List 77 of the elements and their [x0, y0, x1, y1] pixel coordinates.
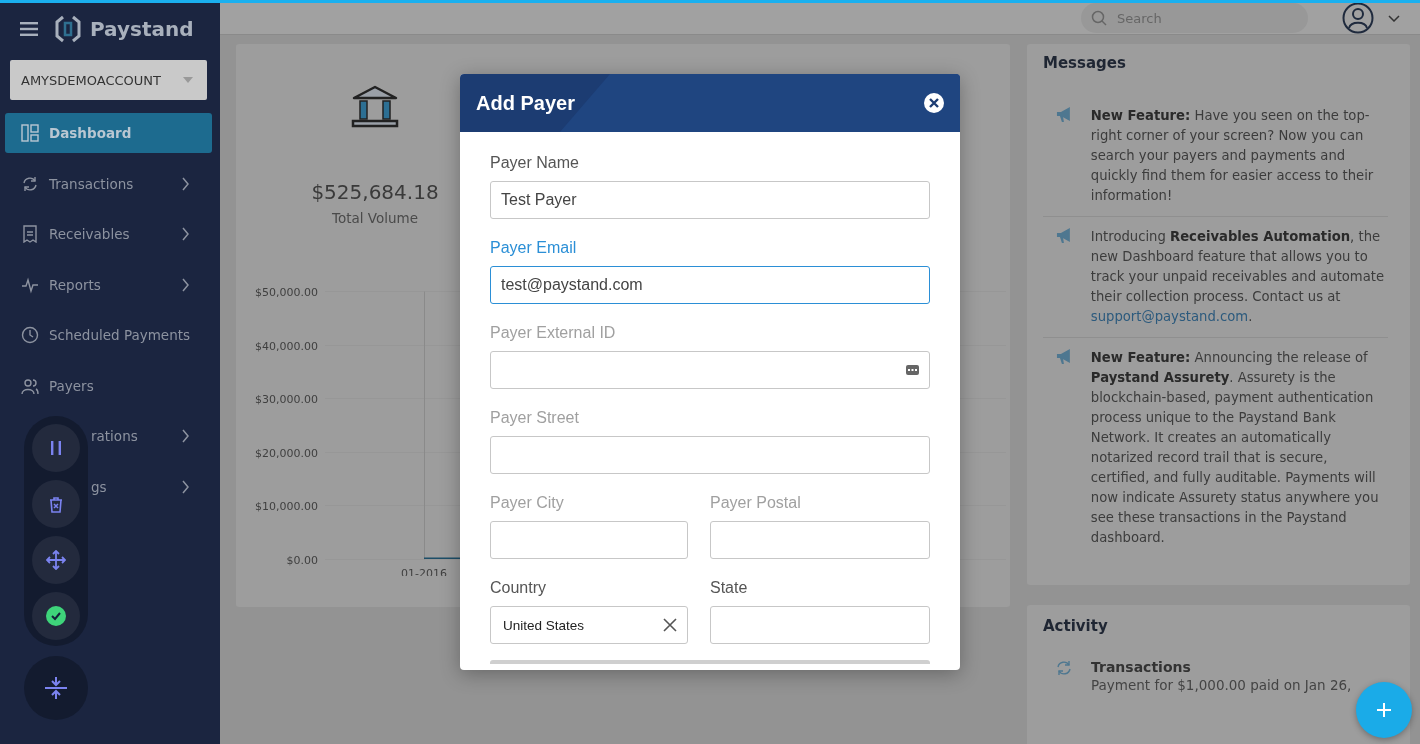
chevron-right-icon	[182, 479, 190, 494]
input-field[interactable]: Test Payer	[490, 181, 930, 219]
avatar-icon[interactable]	[1342, 2, 1374, 34]
chevron-right-icon	[182, 176, 190, 191]
input-field[interactable]: test@paystand.com	[490, 266, 930, 304]
clock-icon	[21, 326, 39, 344]
chevron-right-icon	[182, 227, 190, 241]
sidebar-item[interactable]: gs	[5, 466, 212, 507]
menu-icon[interactable]	[20, 21, 38, 36]
sidebar-item[interactable]: Receivables	[5, 214, 212, 254]
clear-icon[interactable]	[663, 618, 677, 632]
axis-label: $10,000.00	[255, 499, 318, 513]
pause-icon	[49, 440, 63, 456]
grid-icon	[21, 124, 39, 142]
logo-icon	[54, 13, 82, 44]
users-icon	[21, 376, 39, 395]
email-link[interactable]: support@paystand.com	[1090, 309, 1249, 324]
receipt-icon	[21, 225, 39, 243]
chevron-right-icon	[182, 429, 190, 443]
field-label: State	[710, 579, 749, 597]
select-field[interactable]	[710, 606, 930, 644]
select-field[interactable]: United States	[490, 606, 688, 644]
plus-icon	[1376, 702, 1392, 718]
field-label: Payer Street	[490, 409, 580, 427]
dialog-title: Add Payer	[476, 91, 575, 115]
sidebar-item[interactable]: Reports	[5, 264, 212, 305]
autofill-icon[interactable]	[906, 365, 919, 375]
field-label: Payer Postal	[710, 494, 802, 512]
input-field[interactable]	[490, 351, 930, 389]
input-field[interactable]	[490, 521, 688, 559]
bank-icon	[350, 84, 400, 128]
search-icon	[1091, 10, 1107, 26]
refresh-icon	[21, 174, 39, 193]
axis-label: $40,000.00	[255, 339, 318, 353]
sidebar-item[interactable]: Dashboard	[5, 113, 212, 153]
field-label: Payer Email	[490, 239, 578, 257]
megaphone-icon	[1055, 106, 1073, 123]
axis-label: $20,000.00	[255, 446, 318, 460]
toolbar-button[interactable]	[32, 424, 80, 472]
compress-icon	[45, 677, 67, 699]
axis-label: $0.00	[286, 553, 318, 567]
axis-label: $30,000.00	[255, 392, 318, 406]
sidebar-item[interactable]: Payers	[5, 365, 212, 406]
input-field[interactable]	[490, 436, 930, 474]
input-field[interactable]	[710, 521, 930, 559]
field-label: Payer External ID	[490, 324, 617, 342]
toolbar-button[interactable]	[32, 480, 80, 528]
close-button[interactable]	[924, 93, 944, 113]
axis-label: $50,000.00	[255, 285, 318, 299]
message-text: New Feature: Announcing the release of Paystand Assurety. Assurety is the blockchain-based, payment authentication process unique to the Paystand Bank Network. It creates an automatically notarized record trail that is secure, certified, and fully auditable. Payments will now indicate Assurety status anywhere you see these transactions in the Paystand dashboard.	[1090, 349, 1380, 547]
chevron-down-icon[interactable]	[1388, 14, 1400, 22]
account-select[interactable]: AMYSDEMOACCOUNT	[10, 60, 207, 100]
message-text: New Feature: Have you seen on the top-right corner of your screen? Now you can search your payers and payments and quickly find them for easier access to their information!	[1090, 107, 1375, 205]
messages-title: Messages	[1043, 54, 1127, 72]
chevron-right-icon	[182, 277, 190, 292]
total-volume-amount: $525,684.18	[311, 180, 439, 204]
field-label: Country	[490, 579, 548, 597]
toolbar-button[interactable]	[32, 536, 80, 584]
megaphone-icon	[1055, 348, 1073, 365]
activity-title: Activity	[1043, 617, 1109, 635]
field-label: Payer Name	[490, 154, 580, 172]
toolbar-button[interactable]	[32, 592, 80, 640]
sidebar-item[interactable]: Transactions	[5, 163, 212, 204]
activity-text: Payment for $1,000.00 paid on Jan 26,	[1091, 677, 1352, 693]
logo-text: Paystand	[90, 16, 194, 41]
sidebar-item[interactable]: rations	[5, 416, 212, 456]
refresh-icon	[1055, 659, 1073, 677]
field-label: Payer City	[490, 494, 565, 512]
caret-icon	[183, 77, 193, 83]
move-icon	[46, 550, 66, 570]
check-icon	[46, 606, 66, 626]
total-volume-label: Total Volume	[332, 210, 418, 226]
activity-title-text: Transactions	[1091, 659, 1192, 675]
sidebar-item[interactable]: Scheduled Payments	[5, 315, 212, 355]
megaphone-icon	[1055, 227, 1073, 244]
message-text: Introducing Receivables Automation, the new Dashboard feature that allows you to track your unpaid receivables and automate their collection process. Contact us at support@paystand.com.	[1090, 228, 1386, 326]
trash-icon	[48, 495, 64, 513]
